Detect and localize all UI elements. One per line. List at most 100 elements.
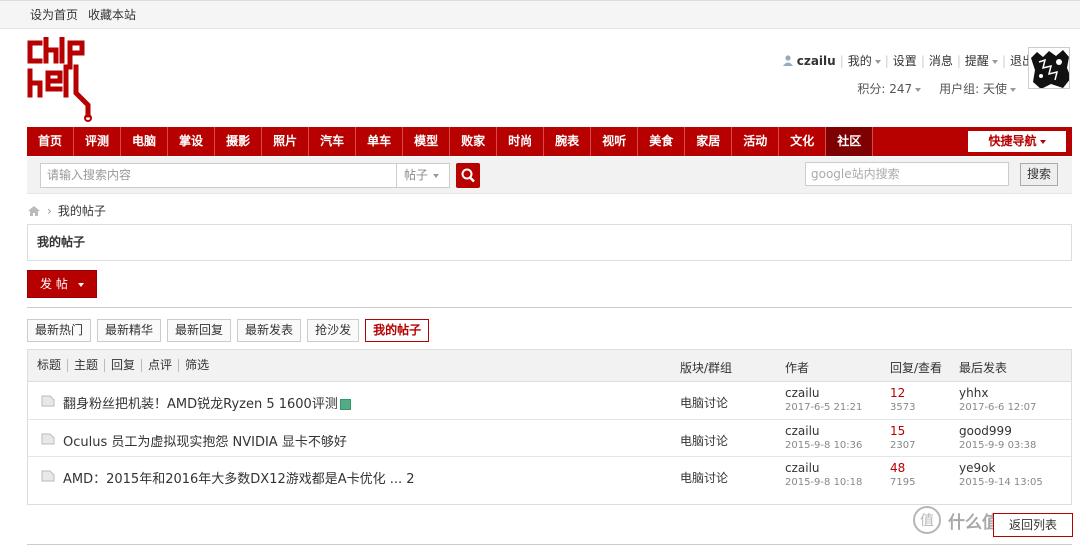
- nav-item[interactable]: 掌设: [168, 127, 216, 156]
- new-post-button[interactable]: 发 帖: [27, 270, 97, 298]
- search-button[interactable]: [456, 163, 480, 188]
- thread-author-link[interactable]: czailu: [785, 424, 820, 438]
- google-search-button[interactable]: 搜索: [1020, 163, 1058, 186]
- nav-item[interactable]: 时尚: [497, 127, 545, 156]
- thread-file-icon: [41, 470, 55, 482]
- quick-nav-label: 快捷导航: [988, 134, 1037, 148]
- thread-views-count: 3573: [890, 402, 916, 413]
- thread-title: AMD：2015年和2016年大多数DX12游戏都是A卡优化 ... 2: [63, 472, 415, 487]
- chevron-down-icon: [1010, 87, 1016, 92]
- nav-item[interactable]: 活动: [732, 127, 780, 156]
- nav-item[interactable]: 视听: [591, 127, 639, 156]
- last-post-date-link[interactable]: 2015-9-14 13:05: [959, 477, 1043, 488]
- username-link[interactable]: czailu: [797, 54, 836, 68]
- my-label: 我的: [847, 54, 872, 68]
- avatar[interactable]: [1028, 47, 1070, 89]
- col-replies: 回复/查看: [890, 361, 943, 375]
- nav-item[interactable]: 美食: [638, 127, 686, 156]
- table-row: AMD：2015年和2016年大多数DX12游戏都是A卡优化 ... 2 电脑讨论…: [28, 457, 1071, 495]
- bookmark-link[interactable]: 收藏本站: [88, 6, 136, 23]
- thread-forum-link[interactable]: 电脑讨论: [680, 469, 728, 486]
- table-row: Oculus 员工为虚拟现实抱怨 NVIDIA 显卡不够好 电脑讨论 czailu 2…: [28, 420, 1071, 457]
- thread-title: 翻身粉丝把机装！AMD锐龙Ryzen 5 1600评测: [63, 397, 338, 412]
- thread-replies-count[interactable]: 48: [890, 461, 905, 475]
- nav-item[interactable]: 电脑: [121, 127, 169, 156]
- table-header: 标题 主题 回复 点评 筛选 版块/群组 作者 回复/查看 最后发表: [28, 350, 1071, 382]
- nav-item[interactable]: 照片: [262, 127, 310, 156]
- remind-label: 提醒: [964, 54, 989, 68]
- divider: [27, 307, 1072, 308]
- page-title: 我的帖子: [27, 224, 1072, 261]
- set-home-link[interactable]: 设为首页: [30, 6, 78, 23]
- thread-title-link[interactable]: Oculus 员工为虚拟现实抱怨 NVIDIA 显卡不够好: [63, 431, 347, 450]
- last-post-user-link[interactable]: yhhx: [959, 386, 988, 400]
- thread-file-icon: [41, 395, 55, 407]
- chevron-down-icon: [915, 87, 922, 92]
- nav-item[interactable]: 汽车: [309, 127, 357, 156]
- last-post-user-link[interactable]: good999: [959, 424, 1012, 438]
- table-filters: 标题 主题 回复 点评 筛选: [37, 359, 215, 372]
- points-menu[interactable]: 积分: 247: [857, 80, 922, 97]
- nav-item[interactable]: 败家: [450, 127, 498, 156]
- google-search-input[interactable]: google站内搜索: [805, 162, 1009, 186]
- breadcrumb-current[interactable]: 我的帖子: [58, 202, 106, 219]
- nav-item[interactable]: 社区: [826, 127, 874, 156]
- usergroup-menu[interactable]: 用户组: 天使: [939, 80, 1016, 97]
- new-post-label: 发 帖: [40, 277, 68, 291]
- table-filter[interactable]: 标题: [37, 359, 69, 372]
- user-icon: [782, 55, 793, 66]
- thread-views-count: 2307: [890, 439, 916, 451]
- nav-item[interactable]: 评测: [74, 127, 122, 156]
- remind-menu[interactable]: 提醒: [965, 52, 998, 69]
- search-type-select[interactable]: 帖子: [396, 163, 450, 188]
- nav-item[interactable]: 家居: [685, 127, 733, 156]
- thread-forum-link[interactable]: 电脑讨论: [680, 432, 728, 449]
- my-menu[interactable]: 我的: [848, 52, 881, 69]
- chevron-down-icon: [991, 59, 998, 64]
- nav-item[interactable]: 腕表: [544, 127, 592, 156]
- thread-author-link[interactable]: czailu: [785, 461, 820, 475]
- nav-item[interactable]: 首页: [27, 127, 75, 156]
- thread-title-link[interactable]: AMD：2015年和2016年大多数DX12游戏都是A卡优化 ... 2: [63, 468, 415, 487]
- thread-forum-link[interactable]: 电脑讨论: [680, 394, 728, 411]
- nav-item[interactable]: 单车: [356, 127, 404, 156]
- tab-item[interactable]: 最新回复: [167, 319, 232, 342]
- table-filter[interactable]: 回复: [105, 359, 143, 372]
- chevron-down-icon: [1039, 139, 1046, 144]
- table-filter[interactable]: 主题: [68, 359, 106, 372]
- tab-item[interactable]: 最新精华: [97, 319, 162, 342]
- messages-link[interactable]: 消息: [929, 52, 953, 69]
- nav-item[interactable]: 文化: [779, 127, 827, 156]
- search-input[interactable]: 请输入搜索内容: [40, 163, 397, 188]
- last-post-user-link[interactable]: ye9ok: [959, 461, 995, 475]
- home-icon[interactable]: [27, 205, 41, 217]
- thread-table: 标题 主题 回复 点评 筛选 版块/群组 作者 回复/查看 最后发表 翻身粉丝把机装！A…: [27, 349, 1072, 505]
- nav-item[interactable]: 摄影: [215, 127, 263, 156]
- col-forum: 版块/群组: [680, 361, 733, 375]
- return-list-button[interactable]: 返回列表: [993, 513, 1073, 537]
- last-post-date-link[interactable]: 2015-9-9 03:38: [959, 440, 1036, 451]
- points-label: 积分: 247: [857, 82, 913, 96]
- table-filter[interactable]: 筛选: [179, 359, 215, 372]
- thread-author-link[interactable]: czailu: [785, 386, 820, 400]
- tab-item[interactable]: 最新热门: [27, 319, 92, 342]
- tab-item[interactable]: 最新发表: [237, 319, 302, 342]
- settings-link[interactable]: 设置: [893, 52, 917, 69]
- nav-item[interactable]: 模型: [403, 127, 451, 156]
- search-type-label: 帖子: [404, 168, 429, 182]
- last-post-date-link[interactable]: 2017-6-6 12:07: [959, 402, 1036, 413]
- breadcrumb: › 我的帖子: [27, 202, 106, 219]
- chiphell-logo[interactable]: [26, 37, 100, 123]
- header: czailu | 我的 | 设置 | 消息 | 提醒 | 退出 积分: 247 …: [0, 29, 1080, 127]
- thread-title-link[interactable]: 翻身粉丝把机装！AMD锐龙Ryzen 5 1600评测: [63, 393, 351, 412]
- thread-replies-count[interactable]: 12: [890, 386, 905, 400]
- chevron-down-icon: [433, 173, 440, 178]
- chevron-down-icon: [77, 282, 84, 287]
- thread-replies-count[interactable]: 15: [890, 424, 905, 438]
- quick-nav-button[interactable]: 快捷导航: [968, 131, 1066, 152]
- tab-item[interactable]: 抢沙发: [307, 319, 360, 342]
- tab-item[interactable]: 我的帖子: [365, 319, 430, 342]
- table-filter[interactable]: 点评: [142, 359, 180, 372]
- thread-views-count: 7195: [890, 477, 916, 488]
- table-body: 翻身粉丝把机装！AMD锐龙Ryzen 5 1600评测 电脑讨论 czailu 201…: [28, 382, 1071, 495]
